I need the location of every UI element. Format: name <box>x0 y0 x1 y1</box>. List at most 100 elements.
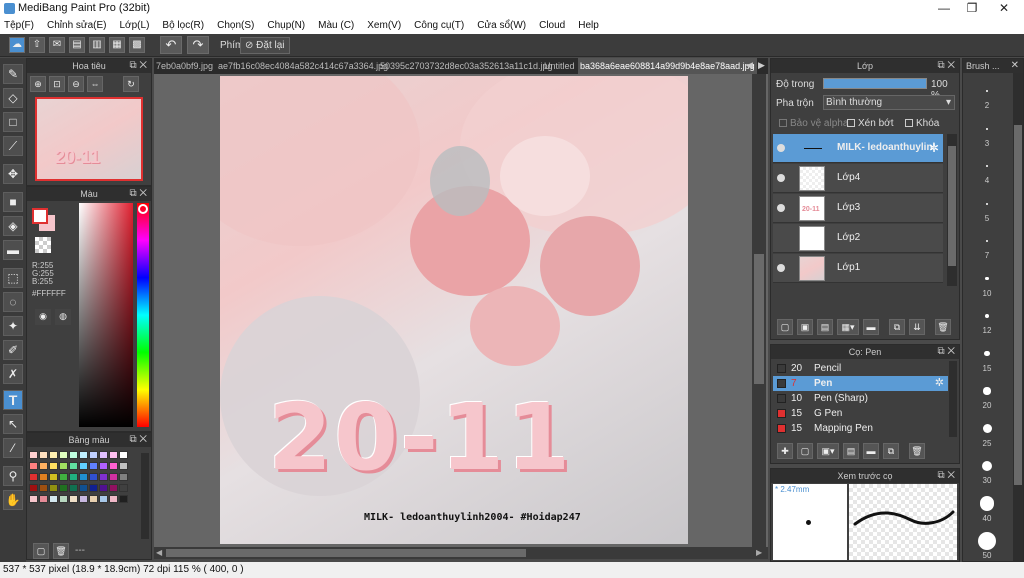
cloud-icon[interactable]: ☁ <box>9 37 25 53</box>
layer-row-3[interactable]: 20-11 Lớp3 <box>773 194 943 223</box>
layer-scrollbar[interactable] <box>947 134 957 286</box>
brush-size-dot[interactable] <box>979 496 995 511</box>
brush-size-dot[interactable] <box>985 276 989 281</box>
brush-size-dot[interactable] <box>986 202 988 205</box>
shape-tool-icon[interactable]: □ <box>3 112 23 132</box>
share-icon[interactable]: ⇧ <box>29 37 45 53</box>
palette-swatch[interactable] <box>29 495 38 503</box>
delete-layer-icon[interactable]: 🗑 <box>935 319 951 335</box>
palette-swatch[interactable] <box>89 473 98 481</box>
divide-tool-icon[interactable]: ⁄ <box>3 438 23 458</box>
palette-swatch[interactable] <box>49 473 58 481</box>
palette-swatch[interactable] <box>119 495 128 503</box>
palette-swatch[interactable] <box>109 473 118 481</box>
merge-layer-icon[interactable]: ⇊ <box>909 319 925 335</box>
brush-size-dot[interactable] <box>984 350 990 357</box>
palette-swatch[interactable] <box>69 484 78 492</box>
transparent-color-swatch[interactable] <box>35 237 51 253</box>
palette-swatch[interactable] <box>39 473 48 481</box>
menu-snap[interactable]: Chụp(N) <box>267 20 305 31</box>
palette-swatch[interactable] <box>99 484 108 492</box>
palette-swatch[interactable] <box>99 451 108 459</box>
palette-swatch[interactable] <box>89 451 98 459</box>
flip-icon[interactable]: ⇔ <box>87 76 103 92</box>
palette-swatch[interactable] <box>119 484 128 492</box>
brush-tool-icon[interactable]: ✎ <box>3 64 23 84</box>
menu-edit[interactable]: Chỉnh sửa(E) <box>47 20 107 31</box>
redo-button[interactable]: ↷ <box>187 36 209 54</box>
saturation-value-picker[interactable] <box>79 203 133 427</box>
undo-button[interactable]: ↶ <box>160 36 182 54</box>
artwork-canvas[interactable]: 20-11 MILK- ledoanthuylinh2004- #Hoidap2… <box>220 76 688 544</box>
material-icon[interactable]: ▤ <box>69 37 85 53</box>
brush-item-g-pen[interactable]: 15 G Pen <box>773 406 948 421</box>
palette-swatch[interactable] <box>109 484 118 492</box>
palette-swatch[interactable] <box>99 495 108 503</box>
panel-close-icon[interactable]: ⧉ ✕ <box>129 187 147 201</box>
reset-button[interactable]: ⊘ Đặt lại <box>240 37 290 54</box>
size-scrollbar[interactable] <box>1013 73 1023 561</box>
line-tool-icon[interactable]: ⟋ <box>3 136 23 156</box>
palette-swatch[interactable] <box>79 473 88 481</box>
palette-swatch[interactable] <box>39 462 48 470</box>
scroll-right-icon[interactable]: ▶ <box>756 548 762 557</box>
select-pen-icon[interactable]: ✐ <box>3 340 23 360</box>
palette-swatch[interactable] <box>89 495 98 503</box>
protect-alpha-checkbox[interactable]: Bảo vệ alpha <box>779 118 848 129</box>
palette-swatch[interactable] <box>119 451 128 459</box>
duplicate-brush-icon[interactable]: ⧉ <box>883 443 899 459</box>
brush-size-dot[interactable] <box>986 90 988 92</box>
visibility-icon[interactable] <box>777 264 785 272</box>
palette-swatch[interactable] <box>99 462 108 470</box>
brush-size-dot[interactable] <box>986 165 988 167</box>
new-layer-icon[interactable]: ▢ <box>777 319 793 335</box>
hue-slider[interactable] <box>137 203 149 427</box>
palette-swatch[interactable] <box>69 473 78 481</box>
palette-swatch[interactable] <box>39 484 48 492</box>
move-tool-icon[interactable]: ✥ <box>3 164 23 184</box>
tab-file-2[interactable]: ae7fb16c08ec4084a582c414c67a3364.jpg <box>216 58 390 74</box>
settings-icon[interactable]: ✲ <box>929 141 939 155</box>
brush-item-pencil[interactable]: 20 Pencil <box>773 361 948 376</box>
visibility-icon[interactable] <box>777 174 785 182</box>
tab-scroll-right-icon[interactable]: ▶ <box>758 60 765 71</box>
brush-import-icon[interactable]: ▤ <box>843 443 859 459</box>
operation-tool-icon[interactable]: ↖ <box>3 414 23 434</box>
zoom-fit-icon[interactable]: ⊡ <box>49 76 65 92</box>
palette-swatch[interactable] <box>109 462 118 470</box>
tab-file-3[interactable]: 50395c2703732d8ec03a352613a11c1d.jpg <box>378 58 555 74</box>
palette-swatch[interactable] <box>109 451 118 459</box>
layer-row-1[interactable]: Lớp1 <box>773 254 943 283</box>
rotate-icon[interactable]: ↻ <box>123 76 139 92</box>
panel-close-icon[interactable]: ⧉ ✕ <box>937 345 955 359</box>
canvas-hscroll[interactable]: ◀ ▶ <box>154 547 768 559</box>
comment-icon[interactable]: ✉ <box>49 37 65 53</box>
blend-select[interactable]: Bình thường ▾ <box>823 95 955 110</box>
brush-size-dot[interactable] <box>985 239 989 243</box>
magic-wand-icon[interactable]: ✦ <box>3 316 23 336</box>
brush-size-dot[interactable] <box>981 460 993 472</box>
new-halftone-layer-icon[interactable]: ▣ <box>797 319 813 335</box>
palette-swatch[interactable] <box>49 495 58 503</box>
new-brush-icon[interactable]: ▢ <box>797 443 813 459</box>
panel-close-icon[interactable]: ⧉ ✕ <box>937 469 955 483</box>
duplicate-layer-icon[interactable]: ⧉ <box>889 319 905 335</box>
palette-swatch[interactable] <box>99 473 108 481</box>
palette-swatch[interactable] <box>39 451 48 459</box>
palette-scrollbar[interactable] <box>141 453 149 539</box>
layer-row-text[interactable]: MILK- ledoanthuylinh2004- #Hoidap247 ✲ <box>773 134 943 163</box>
palette-swatch[interactable] <box>69 462 78 470</box>
hue-handle[interactable] <box>138 204 148 214</box>
tile-icon[interactable]: ▩ <box>129 37 145 53</box>
lock-checkbox[interactable]: Khóa <box>905 118 939 129</box>
zoom-in-icon[interactable]: ⊕ <box>30 76 46 92</box>
select-rect-tool-icon[interactable]: ⬚ <box>3 268 23 288</box>
menu-view[interactable]: Xem(V) <box>367 20 401 31</box>
eyedropper-icon[interactable]: ⚲ <box>3 466 23 486</box>
palette-swatch[interactable] <box>89 462 98 470</box>
tab-untitled[interactable]: Untitled <box>542 58 577 74</box>
palette-swatch[interactable] <box>59 451 68 459</box>
brush-size-dot[interactable] <box>978 532 996 550</box>
close-button[interactable]: ✕ <box>988 0 1020 17</box>
scroll-left-icon[interactable]: ◀ <box>156 548 162 557</box>
